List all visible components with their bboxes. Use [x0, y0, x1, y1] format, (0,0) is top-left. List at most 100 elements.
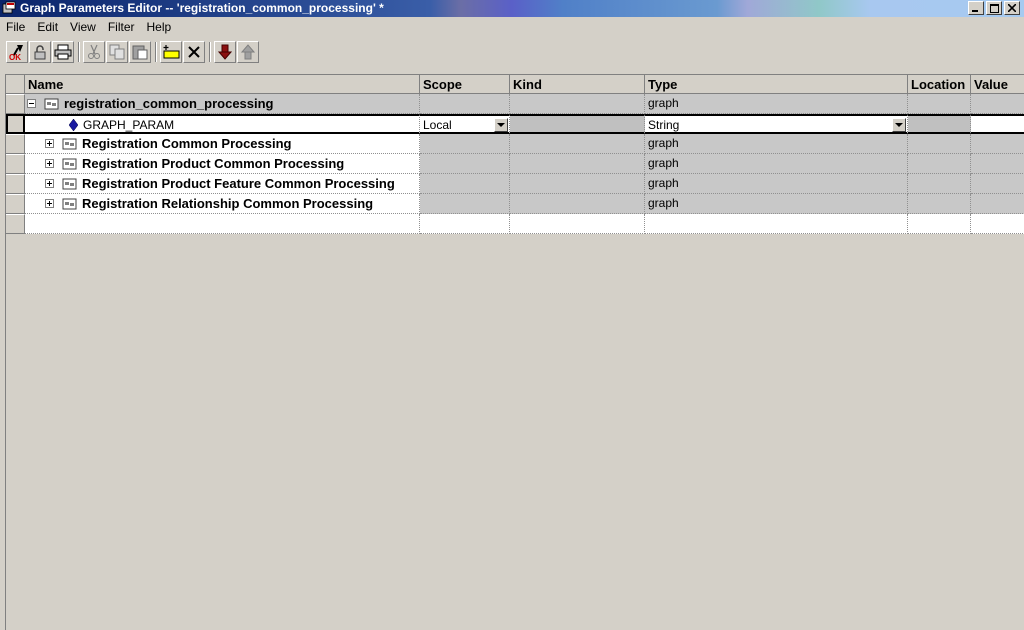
menu-file[interactable]: File — [0, 18, 31, 36]
menu-view[interactable]: View — [64, 18, 102, 36]
location-cell — [908, 114, 971, 134]
graph-icon — [62, 198, 77, 210]
row-header[interactable] — [6, 134, 25, 154]
cut-button[interactable] — [83, 41, 105, 63]
value-cell — [971, 194, 1024, 214]
location-cell[interactable] — [908, 214, 971, 234]
name-cell[interactable]: Registration Relationship Common Process… — [25, 194, 420, 214]
location-cell — [908, 134, 971, 154]
subgraph-name: Registration Product Common Processing — [82, 156, 345, 171]
expand-icon[interactable] — [45, 199, 54, 208]
value-cell[interactable] — [971, 114, 1024, 134]
chevron-down-icon[interactable] — [494, 118, 508, 132]
subgraph-name: Registration Product Feature Common Proc… — [82, 176, 395, 191]
location-cell — [908, 194, 971, 214]
type-cell: graph — [645, 154, 908, 174]
location-cell — [908, 94, 971, 114]
close-button[interactable] — [1004, 1, 1020, 15]
kind-cell — [510, 134, 645, 154]
app-icon — [2, 1, 16, 14]
maximize-button[interactable] — [986, 1, 1002, 15]
maximize-icon — [989, 3, 999, 13]
corner-header — [6, 75, 25, 94]
column-header-type[interactable]: Type — [645, 75, 908, 94]
type-cell[interactable] — [645, 214, 908, 234]
graph-icon — [62, 138, 77, 150]
row-header[interactable] — [6, 154, 25, 174]
row-header[interactable] — [6, 94, 25, 114]
close-icon — [1008, 4, 1016, 12]
move-down-button[interactable] — [214, 41, 236, 63]
minimize-icon — [972, 10, 978, 12]
table-row[interactable]: Registration Product Common Processing g… — [6, 154, 1024, 174]
scope-select[interactable]: Local — [420, 114, 510, 134]
column-header-scope[interactable]: Scope — [420, 75, 510, 94]
table-row[interactable]: registration_common_processing graph — [6, 94, 1024, 114]
menu-filter[interactable]: Filter — [102, 18, 141, 36]
menu-bar: File Edit View Filter Help — [0, 18, 1024, 36]
column-header-kind[interactable]: Kind — [510, 75, 645, 94]
table-row-selected[interactable]: GRAPH_PARAM Local String — [6, 114, 1024, 134]
column-header-location[interactable]: Location — [908, 75, 971, 94]
table-row[interactable]: Registration Relationship Common Process… — [6, 194, 1024, 214]
minimize-button[interactable] — [968, 1, 984, 15]
row-header[interactable] — [6, 194, 25, 214]
print-button[interactable] — [52, 41, 74, 63]
paste-button[interactable] — [129, 41, 151, 63]
expand-icon[interactable] — [45, 159, 54, 168]
name-cell[interactable]: Registration Product Feature Common Proc… — [25, 174, 420, 194]
ok-icon: OK — [9, 45, 23, 61]
copy-button[interactable] — [106, 41, 128, 63]
type-cell: graph — [645, 174, 908, 194]
parameters-grid: Name Scope Kind Type Location Value regi… — [5, 74, 1024, 630]
kind-cell[interactable] — [510, 214, 645, 234]
lock-button[interactable] — [29, 41, 51, 63]
toolbar: OK — [0, 38, 1024, 70]
svg-text:OK: OK — [9, 53, 21, 61]
table-row-new[interactable] — [6, 214, 1024, 234]
scope-cell — [420, 94, 510, 114]
new-parameter-button[interactable] — [160, 41, 182, 63]
row-header[interactable] — [6, 214, 25, 234]
location-cell — [908, 154, 971, 174]
chevron-down-icon[interactable] — [892, 118, 906, 132]
delete-button[interactable] — [183, 41, 205, 63]
ok-button[interactable]: OK — [6, 41, 28, 63]
parameter-icon — [69, 119, 78, 131]
row-header[interactable] — [6, 174, 25, 194]
move-up-icon — [241, 44, 255, 60]
table-row[interactable]: Registration Product Feature Common Proc… — [6, 174, 1024, 194]
type-value: String — [648, 118, 680, 132]
value-cell — [971, 134, 1024, 154]
value-cell[interactable] — [971, 214, 1024, 234]
column-header-value[interactable]: Value — [971, 75, 1024, 94]
menu-help[interactable]: Help — [141, 18, 178, 36]
name-cell[interactable]: Registration Product Common Processing — [25, 154, 420, 174]
paste-icon — [132, 45, 148, 60]
parameter-name[interactable]: GRAPH_PARAM — [83, 116, 174, 132]
move-down-icon — [218, 44, 232, 60]
type-cell: graph — [645, 134, 908, 154]
copy-icon — [109, 44, 125, 60]
type-cell: graph — [645, 194, 908, 214]
name-cell[interactable]: GRAPH_PARAM — [25, 114, 420, 134]
scope-cell[interactable] — [420, 214, 510, 234]
value-cell — [971, 94, 1024, 114]
row-header[interactable] — [6, 114, 25, 134]
title-bar: Graph Parameters Editor -- 'registration… — [0, 0, 1024, 17]
column-header-name[interactable]: Name — [25, 75, 420, 94]
collapse-icon[interactable] — [27, 99, 36, 108]
expand-icon[interactable] — [45, 179, 54, 188]
type-cell: graph — [645, 94, 908, 114]
name-cell[interactable]: Registration Common Processing — [25, 134, 420, 154]
name-cell[interactable]: registration_common_processing — [25, 94, 420, 114]
expand-icon[interactable] — [45, 139, 54, 148]
kind-cell — [510, 174, 645, 194]
type-select[interactable]: String — [645, 114, 908, 134]
move-up-button[interactable] — [237, 41, 259, 63]
menu-edit[interactable]: Edit — [31, 18, 64, 36]
table-row[interactable]: Registration Common Processing graph — [6, 134, 1024, 154]
scope-cell — [420, 194, 510, 214]
name-cell[interactable] — [25, 214, 420, 234]
window-title: Graph Parameters Editor -- 'registration… — [20, 1, 384, 15]
